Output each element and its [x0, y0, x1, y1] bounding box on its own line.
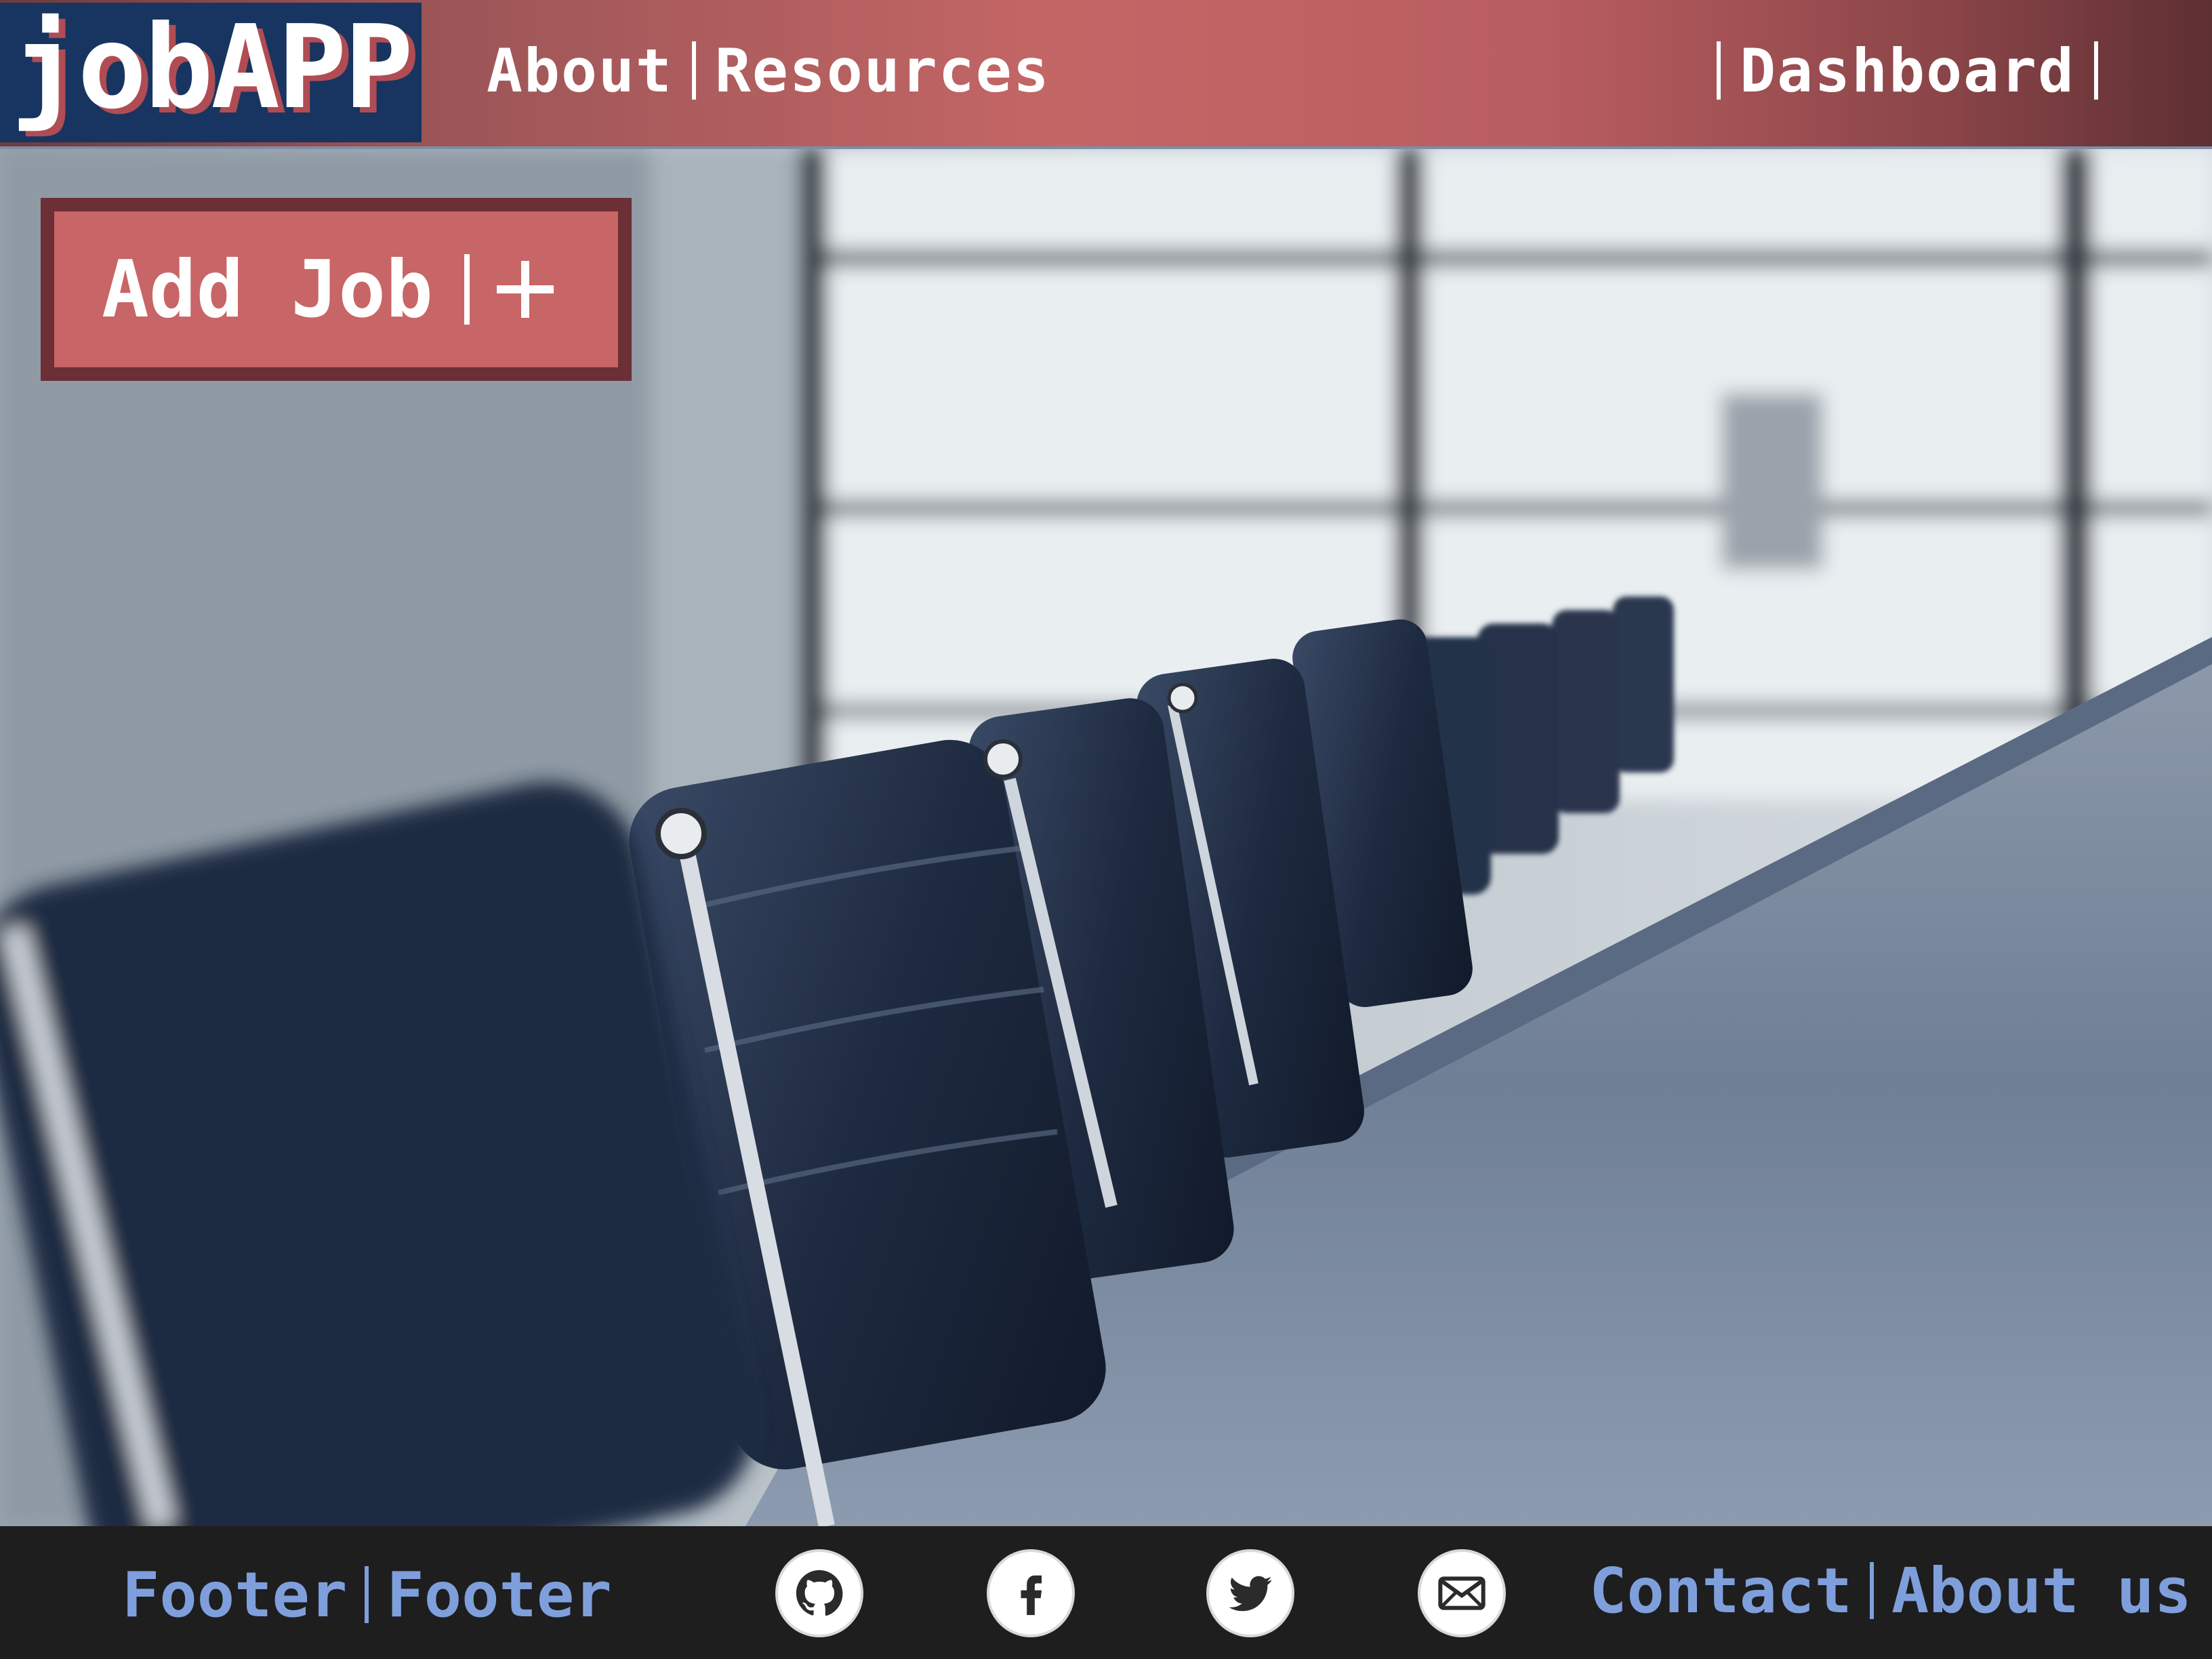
nav-divider [1717, 41, 1721, 100]
nav-divider [691, 41, 696, 100]
footer-left-links: Footer Footer [122, 1557, 612, 1632]
plus-icon [496, 261, 554, 318]
twitter-icon[interactable] [1206, 1549, 1294, 1637]
top-navbar: jobAPP About Resources Dashboard [0, 0, 2212, 149]
footer-link-1[interactable]: Footer [122, 1559, 347, 1631]
nav-about-link[interactable]: About [487, 36, 673, 106]
add-job-button-face: Add Job [54, 211, 618, 367]
footer-about-us-link[interactable]: About us [1891, 1555, 2192, 1627]
logo-text: jobAPP [10, 1, 413, 135]
footer-link-2[interactable]: Footer [386, 1559, 611, 1631]
github-icon[interactable] [775, 1549, 863, 1637]
facebook-icon[interactable] [987, 1549, 1075, 1637]
button-divider [464, 254, 470, 325]
nav-left: About Resources [487, 30, 1050, 111]
add-job-button[interactable]: Add Job [41, 198, 632, 381]
footer-right-links: Contact About us [1589, 1553, 2192, 1628]
nav-resources-link[interactable]: Resources [715, 36, 1050, 106]
footer-divider [365, 1566, 369, 1623]
nav-divider [2094, 41, 2098, 100]
nav-right: Dashboard [1698, 30, 2117, 111]
nav-dashboard-link[interactable]: Dashboard [1740, 36, 2075, 106]
footer-contact-link[interactable]: Contact [1589, 1555, 1852, 1627]
add-job-label: Add Job [102, 243, 433, 335]
footer: Footer Footer Contact About us [0, 1526, 2212, 1659]
mail-icon[interactable] [1418, 1549, 1506, 1637]
logo[interactable]: jobAPP [0, 3, 422, 142]
footer-divider [1869, 1562, 1874, 1619]
page: jobAPP About Resources Dashboard Add Job… [0, 0, 2212, 1659]
